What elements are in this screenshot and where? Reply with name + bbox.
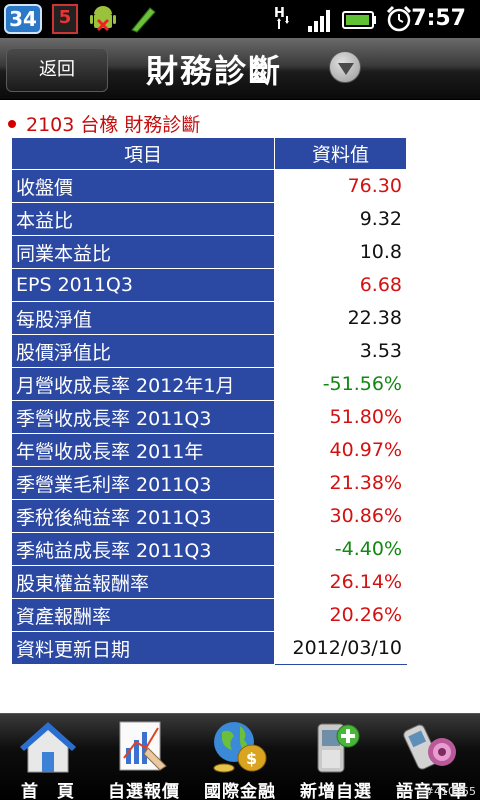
- table-row: EPS 2011Q3 6.68: [10, 268, 407, 302]
- row-item-value: 76.30: [274, 169, 407, 203]
- svg-text:$: $: [246, 749, 257, 768]
- table-row: 收盤價 76.30: [10, 169, 407, 203]
- nav-international-label: 國際金融: [204, 782, 276, 800]
- app-notification-icon: 5: [52, 4, 78, 34]
- chart-report-icon: [114, 718, 174, 774]
- row-item-label: 季稅後純益率 2011Q3: [10, 499, 276, 533]
- bottom-nav: 首 頁 自選報價 $ 國際金融 新增自選 語音下單 #410255: [0, 713, 480, 800]
- dropdown-button[interactable]: [329, 51, 361, 83]
- column-header-value: 資料值: [274, 137, 407, 170]
- table-row: 季營業毛利率 2011Q3 21.38%: [10, 466, 407, 500]
- row-item-value: 9.32: [274, 202, 407, 236]
- table-row: 季稅後純益率 2011Q3 30.86%: [10, 499, 407, 533]
- row-item-value: 21.38%: [274, 466, 407, 500]
- row-item-value: 3.53: [274, 334, 407, 368]
- calendar-icon: 34: [4, 4, 42, 34]
- report-heading-text: 2103 台橡 財務診斷: [26, 114, 201, 136]
- alarm-icon: [385, 4, 413, 38]
- page-title: 財務診斷: [146, 52, 283, 90]
- nav-home-label: 首 頁: [21, 782, 75, 800]
- row-item-label: 股東權益報酬率: [10, 565, 276, 599]
- row-item-label: 股價淨值比: [10, 334, 276, 368]
- voice-phone-icon: [402, 718, 462, 774]
- column-header-item: 項目: [10, 137, 276, 170]
- row-item-value: 51.80%: [274, 400, 407, 434]
- table-row: 股東權益報酬率 26.14%: [10, 565, 407, 599]
- report-heading: 2103 台橡 財務診斷: [8, 110, 200, 136]
- table-row: 同業本益比 10.8: [10, 235, 407, 269]
- row-item-value: 30.86%: [274, 499, 407, 533]
- row-item-value: 26.14%: [274, 565, 407, 599]
- row-item-value: 6.68: [274, 268, 407, 302]
- data-transfer-icon: H: [272, 4, 294, 38]
- table-row: 每股淨值 22.38: [10, 301, 407, 335]
- nav-watchlist-label: 自選報價: [108, 782, 180, 800]
- row-item-label: 每股淨值: [10, 301, 276, 335]
- battery-icon: [342, 4, 378, 38]
- table-row: 年營收成長率 2011年 40.97%: [10, 433, 407, 467]
- row-item-value: -51.56%: [274, 367, 407, 401]
- row-item-label: 季營業毛利率 2011Q3: [10, 466, 276, 500]
- row-item-value: -4.40%: [274, 532, 407, 566]
- chevron-down-icon: [338, 63, 354, 75]
- row-item-value: 40.97%: [274, 433, 407, 467]
- nav-watchlist[interactable]: 自選報價: [96, 714, 192, 800]
- table-header-row: 項目 資料值: [10, 137, 407, 170]
- app-badge-count: 5: [58, 7, 72, 28]
- title-bar: 返回 財務診斷: [0, 38, 480, 100]
- nav-international[interactable]: $ 國際金融: [192, 714, 288, 800]
- table-row: 資產報酬率 20.26%: [10, 598, 407, 632]
- home-icon: [18, 718, 78, 774]
- row-item-value: 10.8: [274, 235, 407, 269]
- row-item-label: 資產報酬率: [10, 598, 276, 632]
- row-item-value: 20.26%: [274, 598, 407, 632]
- back-button[interactable]: 返回: [6, 48, 108, 92]
- add-phone-icon: [306, 718, 366, 774]
- pen-icon: [128, 4, 158, 34]
- nav-home[interactable]: 首 頁: [0, 714, 96, 800]
- table-row: 季營收成長率 2011Q3 51.80%: [10, 400, 407, 434]
- row-item-label: 季營收成長率 2011Q3: [10, 400, 276, 434]
- row-item-label: 月營收成長率 2012年1月: [10, 367, 276, 401]
- row-item-label: 同業本益比: [10, 235, 276, 269]
- row-item-label: 本益比: [10, 202, 276, 236]
- row-item-value: 2012/03/10: [274, 631, 407, 665]
- table-row: 資料更新日期 2012/03/10: [10, 631, 407, 665]
- row-item-label: 收盤價: [10, 169, 276, 203]
- row-item-value: 22.38: [274, 301, 407, 335]
- table-row: 季純益成長率 2011Q3 -4.40%: [10, 532, 407, 566]
- financial-table: 項目 資料值 收盤價 76.30 本益比 9.32 同業本益比 10.8 EPS 2011Q…: [10, 137, 407, 665]
- signal-icon: [306, 4, 336, 38]
- android-debug-icon: [88, 4, 118, 34]
- nav-add-watchlist-label: 新增自選: [300, 782, 372, 800]
- row-item-label: EPS 2011Q3: [10, 268, 276, 302]
- table-row: 月營收成長率 2012年1月 -51.56%: [10, 367, 407, 401]
- calendar-badge-count: 34: [9, 7, 37, 31]
- row-item-label: 季純益成長率 2011Q3: [10, 532, 276, 566]
- bullet-icon: [8, 119, 16, 128]
- table-row: 股價淨值比 3.53: [10, 334, 407, 368]
- status-time: 7:57: [411, 6, 466, 31]
- row-item-label: 資料更新日期: [10, 631, 276, 665]
- row-item-label: 年營收成長率 2011年: [10, 433, 276, 467]
- status-bar: 34 5 H 7:57: [0, 0, 480, 38]
- table-row: 本益比 9.32: [10, 202, 407, 236]
- watermark: #410255: [424, 785, 476, 798]
- globe-money-icon: $: [210, 718, 270, 774]
- nav-add-watchlist[interactable]: 新增自選: [288, 714, 384, 800]
